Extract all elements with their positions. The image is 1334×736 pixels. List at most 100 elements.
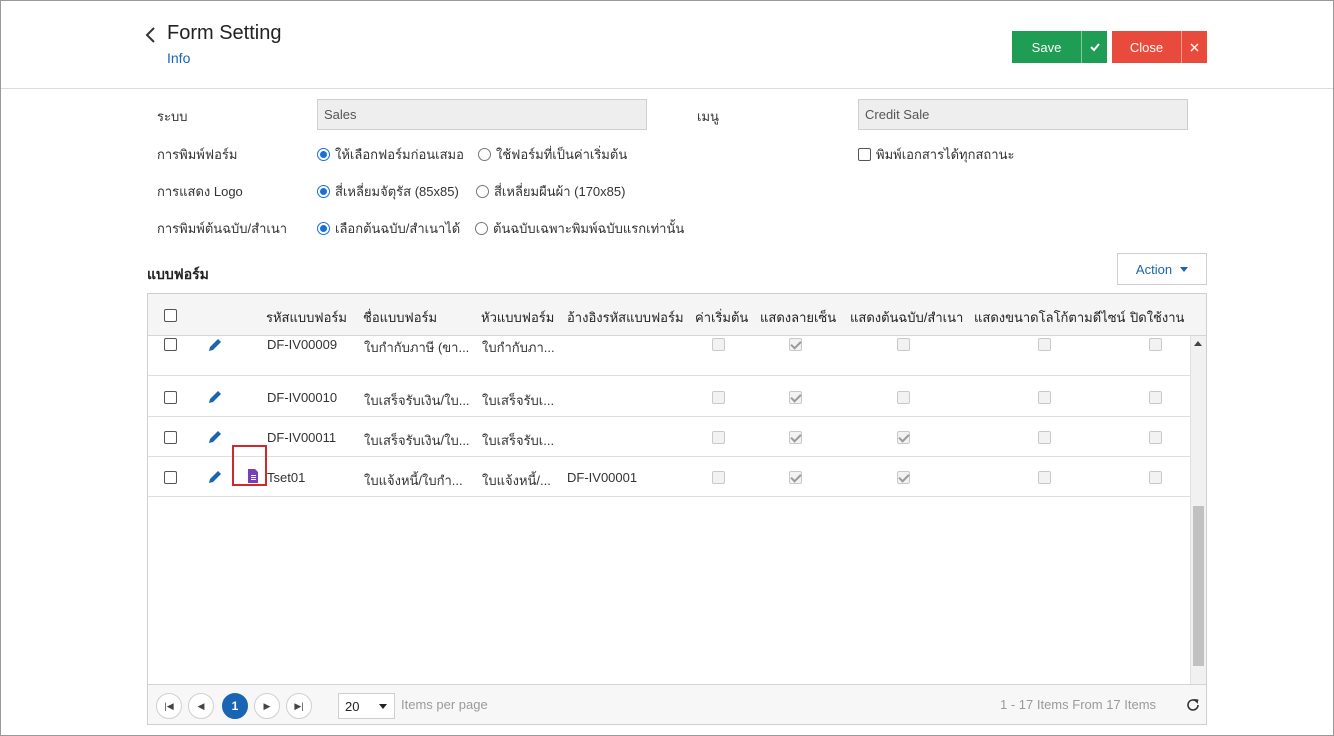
page-subtitle: Info	[167, 50, 191, 66]
header-divider	[1, 88, 1333, 89]
section-title: แบบฟอร์ม	[147, 266, 209, 282]
row-checkbox[interactable]	[164, 338, 177, 351]
grid-header: รหัสแบบฟอร์ม ชื่อแบบฟอร์ม หัวแบบฟอร์ม อ้…	[148, 294, 1206, 336]
close-button-group: Close	[1112, 31, 1207, 63]
close-button[interactable]: Close	[1112, 31, 1181, 63]
items-per-page-label: Items per page	[401, 697, 488, 712]
refresh-icon[interactable]	[1185, 697, 1201, 713]
cell-name: ใบกำกับภาษี (ขา...	[364, 340, 470, 355]
page-title: Form Setting	[167, 22, 282, 44]
cell-code: DF-IV00010	[267, 390, 338, 405]
logo-option-2[interactable]: สี่เหลี่ยมผืนผ้า (170x85)	[476, 181, 625, 202]
radio-unselected[interactable]	[478, 148, 491, 161]
cell-name: ใบเสร็จรับเงิน/ใบ...	[364, 433, 470, 448]
cell-disabled-checkbox	[1149, 471, 1162, 484]
system-label: ระบบ	[157, 109, 188, 124]
select-all-checkbox[interactable]	[164, 309, 177, 322]
cell-signature-checkbox	[789, 431, 802, 444]
copy-option-1[interactable]: เลือกต้นฉบับ/สำเนาได้	[317, 218, 460, 239]
forms-grid: รหัสแบบฟอร์ม ชื่อแบบฟอร์ม หัวแบบฟอร์ม อ้…	[147, 293, 1207, 725]
print-form-label: การพิมพ์ฟอร์ม	[157, 147, 238, 162]
cell-disabled-checkbox	[1149, 338, 1162, 351]
next-page-button[interactable]: ▶	[254, 693, 280, 719]
cell-logo-checkbox	[1038, 431, 1051, 444]
print-all-status-checkbox[interactable]: พิมพ์เอกสารได้ทุกสถานะ	[858, 144, 1014, 165]
copy-label: การพิมพ์ต้นฉบับ/สำเนา	[157, 221, 288, 236]
col-signature[interactable]: แสดงลายเซ็น	[760, 307, 836, 328]
radio-selected[interactable]	[317, 222, 330, 235]
cell-copy-checkbox	[897, 471, 910, 484]
cell-signature-checkbox	[789, 471, 802, 484]
chevron-left-icon[interactable]	[143, 25, 159, 45]
save-button[interactable]: Save	[1012, 31, 1081, 63]
logo-option-1[interactable]: สี่เหลี่ยมจัตุรัส (85x85)	[317, 181, 459, 202]
system-field: Sales	[317, 99, 647, 130]
cell-ref: DF-IV00001	[567, 470, 638, 485]
check-icon	[1089, 43, 1100, 52]
table-row[interactable]: Tset01 ใบแจ้งหนี้/ใบกำ... ใบแจ้งหนี้/... DF…	[148, 457, 1190, 497]
caret-down-icon	[1180, 266, 1189, 272]
cell-signature-checkbox	[789, 338, 802, 351]
table-row[interactable]: DF-IV00009 ใบกำกับภาษี (ขา... ใบกำกับภา...	[148, 336, 1190, 376]
cell-name: ใบเสร็จรับเงิน/ใบ...	[364, 393, 470, 408]
copy-option-2[interactable]: ต้นฉบับเฉพาะพิมพ์ฉบับแรกเท่านั้น	[475, 218, 684, 239]
cell-logo-checkbox	[1038, 338, 1051, 351]
cell-copy-checkbox	[897, 338, 910, 351]
col-ref[interactable]: อ้างอิงรหัสแบบฟอร์ม	[567, 307, 684, 328]
print-form-option-2[interactable]: ใช้ฟอร์มที่เป็นค่าเริ่มต้น	[478, 144, 627, 165]
pencil-icon[interactable]	[207, 469, 223, 485]
table-row[interactable]: DF-IV00010 ใบเสร็จรับเงิน/ใบ... ใบเสร็จรับ…	[148, 377, 1190, 417]
save-button-group: Save	[1012, 31, 1107, 63]
pencil-icon[interactable]	[207, 389, 223, 405]
row-checkbox[interactable]	[164, 431, 177, 444]
cell-logo-checkbox	[1038, 471, 1051, 484]
col-default[interactable]: ค่าเริ่มต้น	[695, 307, 748, 328]
pencil-icon[interactable]	[207, 337, 223, 353]
col-copy[interactable]: แสดงต้นฉบับ/สำเนา	[850, 307, 963, 328]
close-icon	[1190, 43, 1199, 51]
page-size-select[interactable]: 20	[338, 693, 395, 719]
radio-unselected[interactable]	[476, 185, 489, 198]
pager: |◀ ◀ 1 ▶ ▶| 20 Items per page 1 - 17 Ite…	[148, 684, 1206, 724]
current-page-button[interactable]: 1	[222, 693, 248, 719]
cell-logo-checkbox	[1038, 391, 1051, 404]
cell-disabled-checkbox	[1149, 391, 1162, 404]
cell-default-checkbox	[712, 338, 725, 351]
col-disabled[interactable]: ปิดใช้งาน	[1130, 307, 1184, 328]
cell-head: ใบเสร็จรับเ...	[482, 393, 555, 408]
vertical-scrollbar[interactable]	[1190, 336, 1206, 684]
highlight-box	[232, 445, 267, 486]
radio-selected[interactable]	[317, 148, 330, 161]
cell-default-checkbox	[712, 391, 725, 404]
prev-page-button[interactable]: ◀	[188, 693, 214, 719]
cell-default-checkbox	[712, 471, 725, 484]
cell-copy-checkbox	[897, 431, 910, 444]
col-name[interactable]: ชื่อแบบฟอร์ม	[363, 307, 437, 328]
first-page-button[interactable]: |◀	[156, 693, 182, 719]
close-x-button[interactable]	[1181, 31, 1207, 63]
checkbox[interactable]	[858, 148, 871, 161]
row-checkbox[interactable]	[164, 391, 177, 404]
radio-selected[interactable]	[317, 185, 330, 198]
action-dropdown[interactable]: Action	[1117, 253, 1207, 285]
cell-disabled-checkbox	[1149, 431, 1162, 444]
menu-field: Credit Sale	[858, 99, 1188, 130]
col-code[interactable]: รหัสแบบฟอร์ม	[266, 307, 347, 328]
cell-head: ใบแจ้งหนี้/...	[482, 473, 551, 488]
radio-unselected[interactable]	[475, 222, 488, 235]
row-checkbox[interactable]	[164, 471, 177, 484]
cell-code: DF-IV00011	[267, 430, 337, 445]
cell-head: ใบกำกับภา...	[482, 340, 555, 355]
cell-head: ใบเสร็จรับเ...	[482, 433, 555, 448]
pencil-icon[interactable]	[207, 429, 223, 445]
save-check-button[interactable]	[1081, 31, 1107, 63]
print-form-option-1[interactable]: ให้เลือกฟอร์มก่อนเสมอ	[317, 144, 464, 165]
scroll-up-icon[interactable]	[1194, 341, 1202, 346]
cell-code: Tset01	[267, 470, 306, 485]
col-logo[interactable]: แสดงขนาดโลโก้ตามดีไซน์	[974, 307, 1125, 328]
scroll-thumb[interactable]	[1193, 506, 1204, 666]
cell-default-checkbox	[712, 431, 725, 444]
last-page-button[interactable]: ▶|	[286, 693, 312, 719]
table-row[interactable]: DF-IV00011 ใบเสร็จรับเงิน/ใบ... ใบเสร็จรับ…	[148, 417, 1190, 457]
col-head[interactable]: หัวแบบฟอร์ม	[481, 307, 554, 328]
